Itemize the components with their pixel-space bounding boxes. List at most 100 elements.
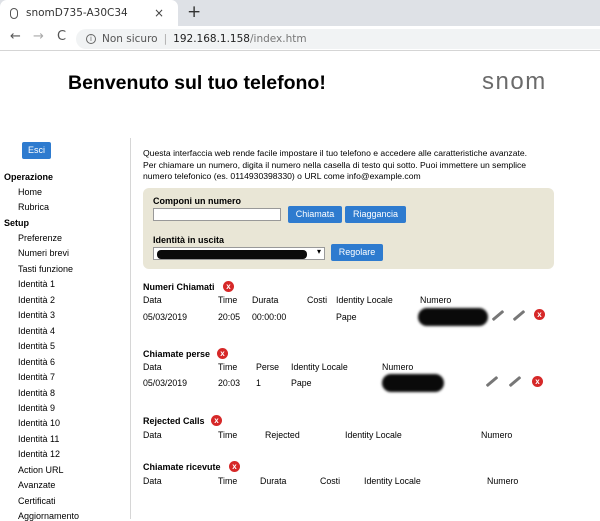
logout-button[interactable]: Esci [22, 142, 51, 159]
column-header: Time [218, 430, 238, 440]
delete-entry-icon[interactable]: x [534, 309, 545, 320]
adjust-button[interactable]: Regolare [331, 244, 383, 261]
table-cell: 20:05 [218, 312, 241, 322]
call-button[interactable]: Chiamata [288, 206, 342, 223]
column-header: Numero [481, 430, 513, 440]
dial-label: Componi un numero [153, 196, 241, 206]
column-header: Identity Locale [364, 476, 421, 486]
sidebar-item-setup[interactable]: Identità 2 [18, 295, 55, 305]
column-header: Numero [382, 362, 414, 372]
sidebar-item-setup[interactable]: Avanzate [18, 480, 55, 490]
tab-title: snomD735-A30C34 [26, 7, 128, 19]
sidebar-item-setup[interactable]: Identità 5 [18, 341, 55, 351]
edit-pencil-icon[interactable] [491, 309, 505, 322]
column-header: Data [143, 430, 162, 440]
sidebar-item-setup[interactable]: Identità 11 [18, 434, 59, 444]
table-cell: 05/03/2019 [143, 378, 188, 388]
sidebar-item-setup[interactable]: Identità 6 [18, 357, 55, 367]
sidebar-item-home[interactable]: Home [18, 187, 42, 197]
browser-toolbar: ← → C i Non sicuro | 192.168.1.158/index… [0, 26, 600, 51]
back-button[interactable]: ← [10, 29, 21, 44]
redacted-number [418, 308, 488, 326]
delete-all-missed-icon[interactable]: x [217, 348, 228, 359]
page-content: Benvenuto sul tuo telefono! snom Esci Op… [0, 52, 600, 521]
received-title: Chiamate ricevute [143, 462, 221, 472]
delete-entry-icon[interactable]: x [532, 376, 543, 387]
sidebar-item-setup[interactable]: Action URL [18, 465, 64, 475]
redacted-identity [157, 250, 307, 259]
column-header: Identity Locale [291, 362, 348, 372]
sidebar-item-rubrica[interactable]: Rubrica [18, 202, 49, 212]
table-cell: 1 [256, 378, 261, 388]
page-title: Benvenuto sul tuo telefono! [68, 72, 326, 94]
table-cell: 20:03 [218, 378, 241, 388]
hangup-button[interactable]: Riaggancia [345, 206, 406, 223]
forward-button[interactable]: → [33, 29, 44, 44]
sidebar-item-setup[interactable]: Aggiornamento [18, 511, 79, 521]
sidebar-item-setup[interactable]: Identità 12 [18, 449, 60, 459]
delete-all-dialed-icon[interactable]: x [223, 281, 234, 292]
address-bar[interactable]: i Non sicuro | 192.168.1.158/index.htm [76, 29, 600, 49]
identity-select[interactable]: ▾ [153, 247, 325, 260]
new-tab-button[interactable]: + [187, 2, 201, 22]
missed-title: Chiamate perse [143, 349, 211, 359]
sidebar-section-operazione: Operazione [4, 172, 54, 182]
column-header: Identity Locale [336, 295, 393, 305]
sidebar-item-setup[interactable]: Tasti funzione [18, 264, 73, 274]
column-header: Data [143, 295, 162, 305]
reload-button[interactable]: C [57, 29, 66, 44]
table-cell: Pape [291, 378, 312, 388]
url-text: 192.168.1.158/index.htm [173, 33, 307, 45]
info-icon[interactable]: i [86, 34, 96, 44]
sidebar-item-setup[interactable]: Identità 7 [18, 372, 55, 382]
browser-tab[interactable]: snomD735-A30C34 × [0, 0, 178, 26]
delete-all-received-icon[interactable]: x [229, 461, 240, 472]
sidebar-item-setup[interactable]: Identità 3 [18, 310, 55, 320]
sidebar-item-setup[interactable]: Identità 8 [18, 388, 55, 398]
sidebar-item-setup[interactable]: Identità 4 [18, 326, 55, 336]
security-label: Non sicuro [102, 33, 158, 45]
column-header: Data [143, 476, 162, 486]
redacted-number [382, 374, 444, 392]
column-header: Rejected [265, 430, 300, 440]
sidebar-item-setup[interactable]: Identità 9 [18, 403, 55, 413]
tab-close-icon[interactable]: × [154, 6, 164, 20]
delete-all-rejected-icon[interactable]: x [211, 415, 222, 426]
sidebar-divider [130, 138, 131, 519]
dialed-title: Numeri Chiamati [143, 282, 215, 292]
column-header: Identity Locale [345, 430, 402, 440]
sidebar-item-setup[interactable]: Numeri brevi [18, 248, 69, 258]
sidebar-item-setup[interactable]: Preferenze [18, 233, 62, 243]
sidebar-item-setup[interactable]: Identità 1 [18, 279, 55, 289]
column-header: Time [218, 362, 238, 372]
rejected-title: Rejected Calls [143, 416, 205, 426]
dropdown-arrow-icon: ▾ [316, 247, 321, 256]
table-cell: 00:00:00 [252, 312, 287, 322]
identity-label: Identità in uscita [153, 235, 225, 245]
sidebar-item-setup[interactable]: Identità 10 [18, 418, 60, 428]
table-cell: Pape [336, 312, 357, 322]
column-header: Time [218, 476, 238, 486]
table-cell: 05/03/2019 [143, 312, 188, 322]
column-header: Perse [256, 362, 279, 372]
column-header: Costi [320, 476, 341, 486]
sidebar: Esci Operazione Home Rubrica Setup Prefe… [0, 140, 130, 521]
column-header: Costi [307, 295, 328, 305]
snom-logo: snom [482, 68, 547, 95]
dial-number-input[interactable] [153, 208, 281, 221]
column-header: Numero [420, 295, 452, 305]
column-header: Time [218, 295, 238, 305]
column-header: Data [143, 362, 162, 372]
sidebar-section-setup: Setup [4, 218, 30, 228]
sidebar-item-setup[interactable]: Certificati [18, 496, 56, 506]
intro-text: Questa interfaccia web rende facile impo… [143, 148, 528, 181]
browser-tab-strip: snomD735-A30C34 × + [0, 0, 600, 26]
column-header: Durata [252, 295, 279, 305]
edit-pencil-icon[interactable] [512, 309, 526, 322]
column-header: Durata [260, 476, 287, 486]
page-favicon-icon [10, 7, 18, 19]
dial-panel: Componi un numero Chiamata Riaggancia Id… [143, 188, 554, 269]
column-header: Numero [487, 476, 519, 486]
edit-pencil-icon[interactable] [485, 375, 499, 388]
edit-pencil-icon[interactable] [508, 375, 522, 388]
